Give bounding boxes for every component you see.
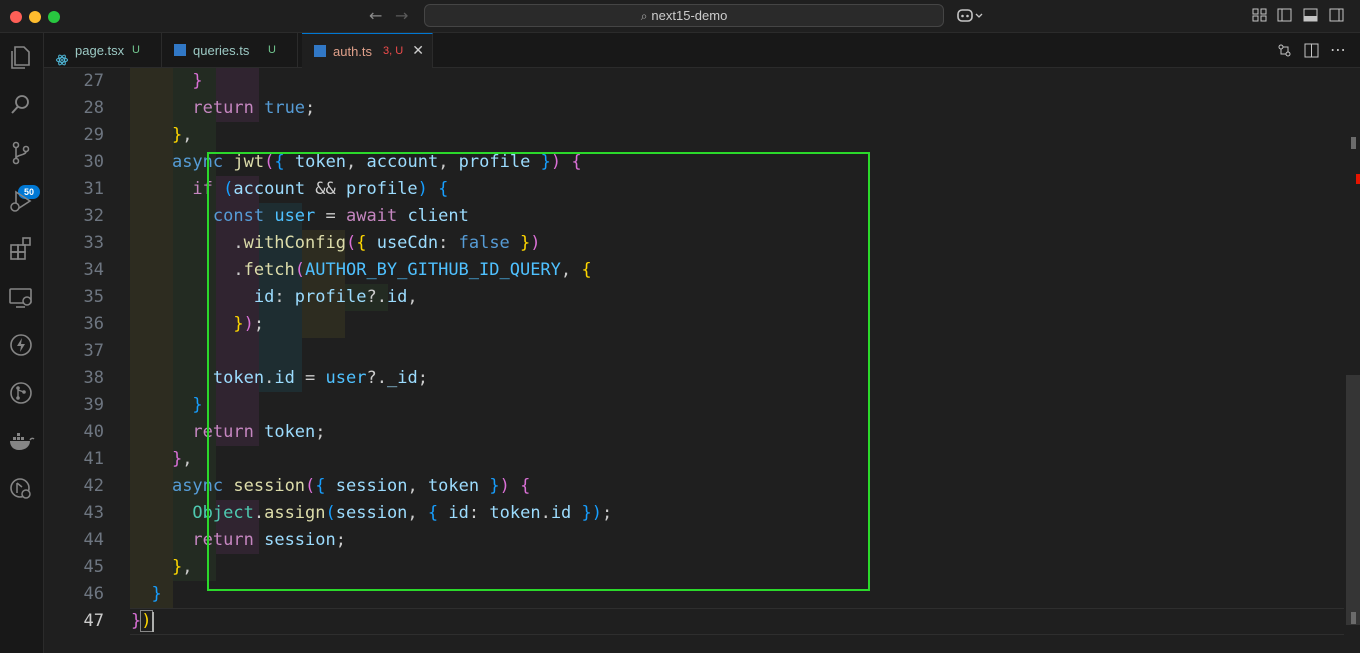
- line-number: 27: [83, 71, 104, 91]
- code-line: 47 }): [44, 608, 1344, 635]
- line-number: 38: [83, 368, 104, 388]
- git-graph-icon[interactable]: [7, 379, 35, 407]
- forward-arrow-icon[interactable]: →: [395, 6, 408, 25]
- overview-ruler-mark: [1351, 137, 1356, 149]
- command-center-search[interactable]: ⌕ next15-demo: [424, 4, 944, 27]
- split-editor-icon[interactable]: [1304, 43, 1319, 62]
- line-number: 45: [83, 557, 104, 577]
- line-number: 35: [83, 287, 104, 307]
- line-number: 34: [83, 260, 104, 280]
- line-code: }: [151, 584, 162, 604]
- line-number: 40: [83, 422, 104, 442]
- tab-status: U: [132, 44, 140, 56]
- error-marker: [1356, 174, 1360, 184]
- highlight-box: [207, 152, 870, 591]
- typescript-file-icon: [174, 44, 186, 56]
- docker-icon[interactable]: [7, 427, 35, 455]
- zoom-window-button[interactable]: [48, 11, 60, 23]
- close-window-button[interactable]: [10, 11, 22, 23]
- toggle-primary-sidebar-icon[interactable]: [1277, 8, 1292, 22]
- text-cursor: [152, 612, 154, 632]
- more-actions-icon[interactable]: ⋯: [1330, 40, 1346, 59]
- line-code: }): [131, 610, 153, 632]
- line-number: 30: [83, 152, 104, 172]
- line-number: 33: [83, 233, 104, 253]
- overview-ruler-mark: [1351, 612, 1356, 624]
- tab-page-tsx[interactable]: page.tsx U: [44, 33, 162, 68]
- back-arrow-icon[interactable]: ←: [369, 6, 382, 25]
- code-line: 28 return true;: [44, 95, 1344, 122]
- line-number: 41: [83, 449, 104, 469]
- line-number: 42: [83, 476, 104, 496]
- search-icon[interactable]: [7, 91, 35, 119]
- settings-sync-icon[interactable]: [7, 475, 35, 503]
- editor-scrollbar[interactable]: [1346, 68, 1360, 653]
- bolt-icon[interactable]: [7, 331, 35, 359]
- line-number: 46: [83, 584, 104, 604]
- line-number: 31: [83, 179, 104, 199]
- line-number: 44: [83, 530, 104, 550]
- line-code: },: [171, 125, 193, 145]
- command-center-label: next15-demo: [651, 8, 728, 23]
- copilot-icon[interactable]: [956, 6, 984, 26]
- run-debug-icon[interactable]: [7, 187, 35, 215]
- line-number: 28: [83, 98, 104, 118]
- minimize-window-button[interactable]: [29, 11, 41, 23]
- line-number: 47: [83, 611, 104, 631]
- search-icon: ⌕: [640, 9, 648, 23]
- code-line: 29 },: [44, 122, 1344, 149]
- tab-status: U: [268, 44, 276, 56]
- toggle-panel-icon[interactable]: [1303, 8, 1318, 22]
- tab-auth-ts[interactable]: auth.ts 3, U ✕: [302, 33, 433, 68]
- line-number: 37: [83, 341, 104, 361]
- toggle-secondary-sidebar-icon[interactable]: [1329, 8, 1344, 22]
- source-control-icon[interactable]: [7, 139, 35, 167]
- line-code: }: [192, 71, 203, 91]
- tab-status: 3, U: [383, 45, 404, 57]
- line-number: 29: [83, 125, 104, 145]
- extensions-icon[interactable]: [7, 235, 35, 263]
- typescript-file-icon: [314, 45, 326, 57]
- title-bar: ← → ⌕ next15-demo: [0, 0, 1360, 33]
- line-number: 43: [83, 503, 104, 523]
- tab-label: queries.ts: [193, 43, 250, 58]
- editor-tab-bar: page.tsx U queries.ts U auth.ts 3, U ✕ ⋯: [44, 33, 1360, 68]
- close-tab-icon[interactable]: ✕: [412, 34, 424, 69]
- remote-explorer-icon[interactable]: [7, 283, 35, 311]
- line-code: },: [171, 557, 193, 577]
- line-code: }: [192, 395, 203, 415]
- line-code: return true;: [192, 98, 316, 118]
- scrollbar-thumb[interactable]: [1346, 375, 1360, 625]
- files-icon[interactable]: [7, 43, 35, 71]
- line-number: 32: [83, 206, 104, 226]
- tab-label: auth.ts: [333, 44, 373, 59]
- open-changes-icon[interactable]: [1277, 43, 1292, 62]
- activity-bar: 50: [0, 33, 44, 653]
- tab-label: page.tsx: [75, 43, 125, 58]
- code-line: 27 }: [44, 68, 1344, 95]
- line-number: 36: [83, 314, 104, 334]
- tab-queries-ts[interactable]: queries.ts U: [162, 33, 298, 68]
- line-code: },: [171, 449, 193, 469]
- customize-layout-icon[interactable]: [1252, 8, 1267, 22]
- react-file-icon: [56, 44, 68, 66]
- line-number: 39: [83, 395, 104, 415]
